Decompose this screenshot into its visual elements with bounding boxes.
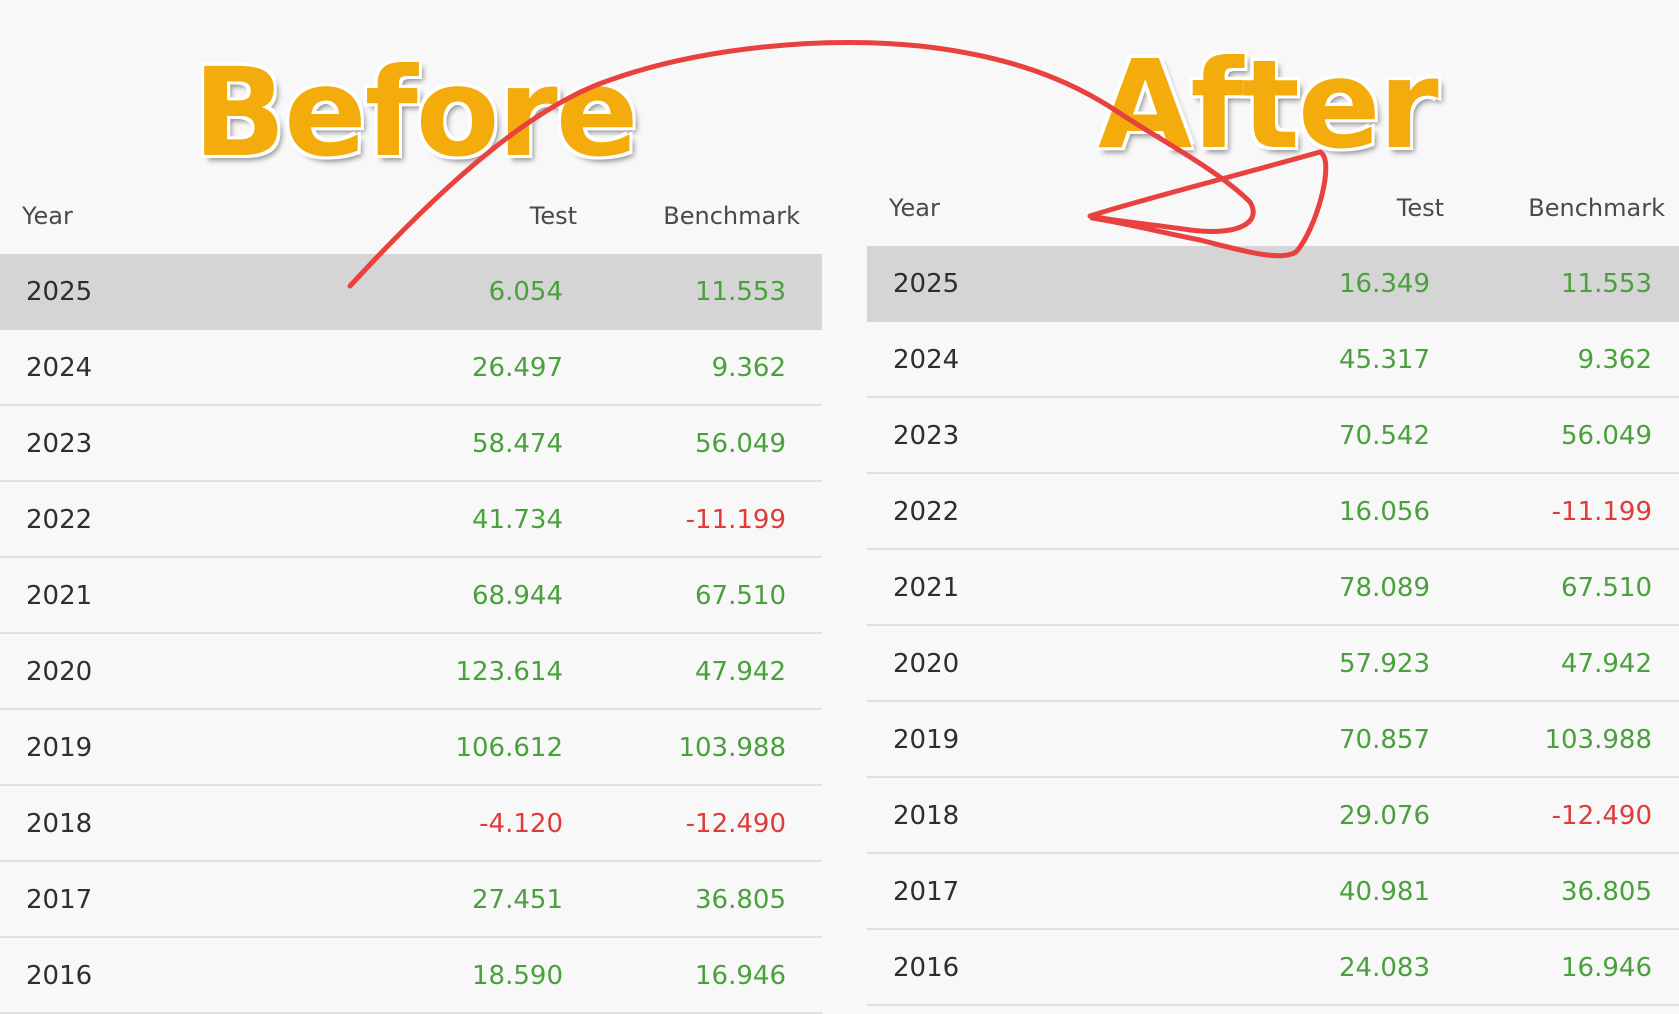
cell-year: 2019 [26, 733, 93, 763]
table-row[interactable]: 2020 123.614 47.942 [0, 634, 822, 710]
table-row[interactable]: 2023 70.542 56.049 [867, 398, 1679, 474]
table-row[interactable]: 2020 57.923 47.942 [867, 626, 1679, 702]
cell-year: 2017 [893, 877, 960, 907]
cell-year: 2023 [26, 429, 93, 459]
cell-test: 16.349 [1339, 269, 1430, 299]
cell-benchmark: 56.049 [695, 429, 786, 459]
table-row[interactable]: 2016 24.083 16.946 [867, 930, 1679, 1006]
cell-test: 70.857 [1339, 725, 1430, 755]
table-row[interactable]: 2019 70.857 103.988 [867, 702, 1679, 778]
cell-year: 2021 [893, 573, 960, 603]
cell-test: 16.056 [1339, 497, 1430, 527]
table-row[interactable]: 2024 26.497 9.362 [0, 330, 822, 406]
before-label: Before [193, 42, 639, 184]
cell-benchmark: 11.553 [695, 277, 786, 307]
cell-year: 2021 [26, 581, 93, 611]
table-header: Year Test Benchmark [867, 182, 1679, 246]
table-row[interactable]: 2018 -4.120 -12.490 [0, 786, 822, 862]
cell-year: 2016 [26, 961, 93, 991]
cell-test: 78.089 [1339, 573, 1430, 603]
after-table: Year Test Benchmark 2025 16.349 11.553 2024… [867, 182, 1679, 1006]
after-label: After [1098, 34, 1439, 176]
cell-benchmark: 103.988 [678, 733, 786, 763]
table-row[interactable]: 2025 6.054 11.553 [0, 254, 822, 330]
table-row[interactable]: 2023 58.474 56.049 [0, 406, 822, 482]
cell-test: 123.614 [455, 657, 563, 687]
cell-year: 2018 [26, 809, 93, 839]
cell-year: 2022 [26, 505, 93, 535]
table-body: 2025 6.054 11.553 2024 26.497 9.362 2023 58.474… [0, 254, 822, 1014]
table-row[interactable]: 2021 68.944 67.510 [0, 558, 822, 634]
cell-benchmark: -12.490 [1551, 801, 1652, 831]
table-row[interactable]: 2021 78.089 67.510 [867, 550, 1679, 626]
table-row[interactable]: 2018 29.076 -12.490 [867, 778, 1679, 854]
cell-test: 45.317 [1339, 345, 1430, 375]
column-header-benchmark[interactable]: Benchmark [1528, 194, 1665, 222]
cell-year: 2018 [893, 801, 960, 831]
cell-benchmark: 47.942 [1561, 649, 1652, 679]
cell-benchmark: 67.510 [695, 581, 786, 611]
cell-test: 58.474 [472, 429, 563, 459]
column-header-test[interactable]: Test [1397, 194, 1444, 222]
cell-year: 2017 [26, 885, 93, 915]
cell-benchmark: 103.988 [1544, 725, 1652, 755]
cell-benchmark: -11.199 [1551, 497, 1652, 527]
table-row[interactable]: 2025 16.349 11.553 [867, 246, 1679, 322]
cell-year: 2025 [26, 277, 93, 307]
cell-test: 57.923 [1339, 649, 1430, 679]
table-row[interactable]: 2017 27.451 36.805 [0, 862, 822, 938]
cell-benchmark: 11.553 [1561, 269, 1652, 299]
cell-year: 2025 [893, 269, 960, 299]
cell-test: 40.981 [1339, 877, 1430, 907]
cell-benchmark: 16.946 [695, 961, 786, 991]
cell-benchmark: 9.362 [1577, 345, 1652, 375]
table-row[interactable]: 2022 41.734 -11.199 [0, 482, 822, 558]
cell-year: 2020 [26, 657, 93, 687]
cell-year: 2019 [893, 725, 960, 755]
before-table: Year Test Benchmark 2025 6.054 11.553 2024 2… [0, 190, 822, 1014]
column-header-year[interactable]: Year [889, 194, 940, 222]
table-row[interactable]: 2016 18.590 16.946 [0, 938, 822, 1014]
cell-year: 2024 [26, 353, 93, 383]
table-row[interactable]: 2022 16.056 -11.199 [867, 474, 1679, 550]
cell-test: 18.590 [472, 961, 563, 991]
cell-test: 24.083 [1339, 953, 1430, 983]
cell-year: 2024 [893, 345, 960, 375]
table-body: 2025 16.349 11.553 2024 45.317 9.362 2023 70.54… [867, 246, 1679, 1006]
table-row[interactable]: 2024 45.317 9.362 [867, 322, 1679, 398]
cell-test: 68.944 [472, 581, 563, 611]
cell-benchmark: 36.805 [695, 885, 786, 915]
cell-test: 70.542 [1339, 421, 1430, 451]
cell-year: 2022 [893, 497, 960, 527]
cell-benchmark: 36.805 [1561, 877, 1652, 907]
column-header-benchmark[interactable]: Benchmark [663, 202, 800, 230]
cell-test: 106.612 [455, 733, 563, 763]
cell-year: 2020 [893, 649, 960, 679]
cell-test: -4.120 [479, 809, 563, 839]
cell-test: 41.734 [472, 505, 563, 535]
cell-test: 29.076 [1339, 801, 1430, 831]
cell-benchmark: 56.049 [1561, 421, 1652, 451]
cell-benchmark: 9.362 [711, 353, 786, 383]
column-header-test[interactable]: Test [530, 202, 577, 230]
cell-year: 2016 [893, 953, 960, 983]
cell-benchmark: 16.946 [1561, 953, 1652, 983]
table-row[interactable]: 2019 106.612 103.988 [0, 710, 822, 786]
column-header-year[interactable]: Year [22, 202, 73, 230]
cell-test: 27.451 [472, 885, 563, 915]
table-header: Year Test Benchmark [0, 190, 822, 254]
cell-test: 6.054 [488, 277, 563, 307]
cell-benchmark: -12.490 [685, 809, 786, 839]
cell-year: 2023 [893, 421, 960, 451]
cell-benchmark: 47.942 [695, 657, 786, 687]
cell-benchmark: 67.510 [1561, 573, 1652, 603]
table-row[interactable]: 2017 40.981 36.805 [867, 854, 1679, 930]
cell-test: 26.497 [472, 353, 563, 383]
cell-benchmark: -11.199 [685, 505, 786, 535]
